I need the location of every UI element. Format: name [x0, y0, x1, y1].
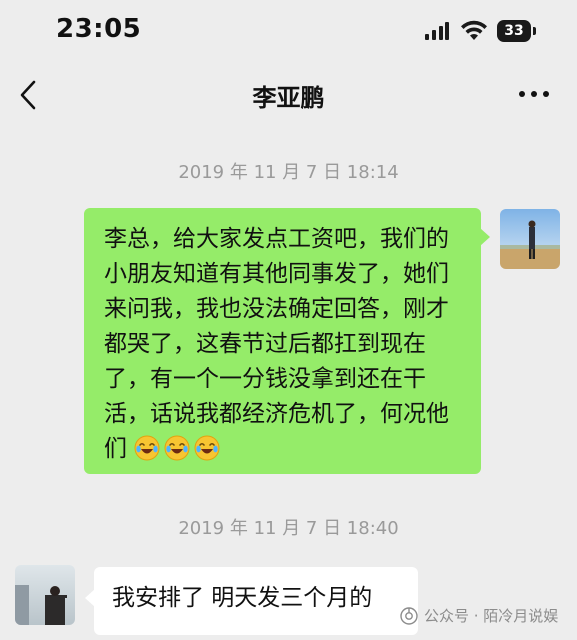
- laughing-crying-emoji: [194, 435, 220, 461]
- status-bar: 23:05 33: [0, 0, 577, 60]
- cellular-signal-icon: [425, 22, 449, 40]
- watermark: 公众号 · 陌冷月说娱: [400, 605, 558, 626]
- status-time: 23:05: [56, 14, 142, 44]
- incoming-message-bubble[interactable]: 我安排了 明天发三个月的: [85, 567, 418, 635]
- laughing-crying-emoji: [134, 435, 160, 461]
- avatar-photo: [15, 565, 75, 625]
- battery-indicator: 33: [497, 20, 531, 42]
- my-avatar[interactable]: [500, 209, 560, 269]
- laughing-crying-emoji: [164, 435, 190, 461]
- message-timestamp: 2019 年 11 月 7 日 18:14: [178, 162, 399, 183]
- message-text: 李总，给大家发点工资吧，我们的小朋友知道有其他同事发了，她们来问我，我也没法确定…: [104, 226, 449, 462]
- chat-header: 李亚鹏: [0, 62, 577, 128]
- outgoing-message-bubble[interactable]: 李总，给大家发点工资吧，我们的小朋友知道有其他同事发了，她们来问我，我也没法确定…: [84, 208, 490, 474]
- wifi-icon: [461, 20, 487, 40]
- wechat-official-account-icon: [400, 606, 418, 625]
- more-dots-icon[interactable]: [514, 82, 554, 106]
- message-timestamp: 2019 年 11 月 7 日 18:40: [178, 518, 399, 539]
- chat-title: 李亚鹏: [252, 84, 325, 112]
- avatar-photo: [500, 209, 560, 269]
- battery-tip: [533, 27, 536, 35]
- battery-level: 33: [504, 23, 524, 39]
- watermark-text: 公众号 · 陌冷月说娱: [424, 607, 559, 625]
- message-text: 我安排了 明天发三个月的: [112, 585, 373, 611]
- contact-avatar[interactable]: [15, 565, 75, 625]
